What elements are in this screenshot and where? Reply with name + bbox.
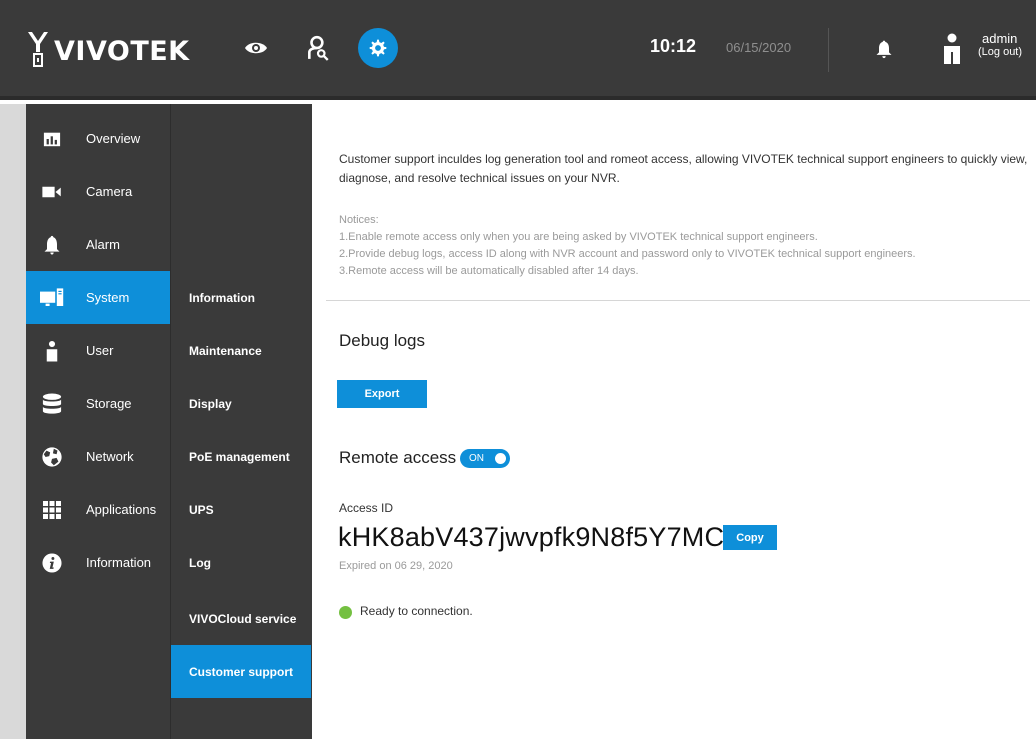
nav-item-storage[interactable]: Storage <box>26 377 170 430</box>
toggle-knob <box>495 453 506 464</box>
brand-name: VIVOTEK <box>54 35 190 67</box>
subnav-item-customer-support[interactable]: Customer support <box>171 645 311 698</box>
grid-icon <box>40 498 64 522</box>
toggle-label: ON <box>469 453 484 464</box>
nav-item-label: User <box>86 343 114 358</box>
subnav-item-poe-management[interactable]: PoE management <box>171 430 311 483</box>
notification-bell-icon[interactable] <box>870 34 898 64</box>
nav-item-label: Information <box>86 555 152 570</box>
customer-support-panel: Customer support inculdes log generation… <box>312 104 1036 739</box>
globe-icon <box>40 445 64 469</box>
expiry-text: Expired on 06 29, 2020 <box>339 560 453 572</box>
access-id-label: Access ID <box>339 501 394 515</box>
system-subnav: Information Maintenance Display PoE mana… <box>170 104 312 739</box>
nav-item-network[interactable]: Network <box>26 430 170 483</box>
nav-item-camera[interactable]: Camera <box>26 165 170 218</box>
nav-item-user[interactable]: User <box>26 324 170 377</box>
notice-item: 1.Enable remote access only when you are… <box>339 231 818 243</box>
nav-item-label: System <box>86 290 130 305</box>
nav-item-applications[interactable]: Applications <box>26 483 170 536</box>
subnav-item-ups[interactable]: UPS <box>171 483 311 536</box>
copy-button[interactable]: Copy <box>723 525 777 550</box>
nav-item-label: Camera <box>86 184 133 199</box>
clock-time: 10:12 <box>650 36 697 56</box>
nav-item-system[interactable]: System <box>26 271 170 324</box>
logout-link[interactable]: (Log out) <box>978 46 1022 58</box>
subnav-item-display[interactable]: Display <box>171 377 311 430</box>
notices-title: Notices: <box>339 214 379 226</box>
clock-date: 06/15/2020 <box>726 40 792 55</box>
subnav-item-maintenance[interactable]: Maintenance <box>171 324 311 377</box>
nav-item-label: Alarm <box>86 237 120 252</box>
nav-item-information[interactable]: Information <box>26 536 170 589</box>
top-bar: VIVOTEK 10:12 06/15/2020 admin (Log out) <box>0 0 1036 100</box>
search-user-icon[interactable] <box>298 28 338 68</box>
monitor-icon <box>40 286 64 310</box>
notices-block: Notices: 1.Enable remote access only whe… <box>339 212 1034 280</box>
remote-access-toggle[interactable]: ON <box>460 449 510 468</box>
connection-status-dot <box>339 606 352 619</box>
subnav-item-log[interactable]: Log <box>171 536 311 589</box>
nav-item-label: Network <box>86 449 134 464</box>
user-account-icon[interactable] <box>938 32 966 66</box>
export-button[interactable]: Export <box>337 380 427 408</box>
access-id-value: kHK8abV437jwvpfk9N8f5Y7MC <box>338 522 725 552</box>
subnav-item-information[interactable]: Information <box>171 271 311 324</box>
notice-item: 2.Provide debug logs, access ID along wi… <box>339 248 916 260</box>
settings-gear-icon[interactable] <box>358 28 398 68</box>
user-icon <box>40 339 64 363</box>
bell-icon <box>40 233 64 257</box>
main-nav: Overview Camera Alarm System User Storag… <box>0 104 170 739</box>
database-icon <box>40 392 64 416</box>
intro-text: Customer support inculdes log generation… <box>339 152 1028 185</box>
remote-access-heading: Remote access <box>339 448 457 467</box>
nav-item-alarm[interactable]: Alarm <box>26 218 170 271</box>
nav-item-overview[interactable]: Overview <box>26 112 170 165</box>
live-view-eye-icon[interactable] <box>236 28 276 68</box>
subnav-item-vivocloud-service[interactable]: VIVOCloud service <box>171 592 311 645</box>
camera-icon <box>40 180 64 204</box>
vivotek-logo: VIVOTEK <box>26 26 190 70</box>
logo-mark-icon <box>28 32 48 67</box>
debug-logs-heading: Debug logs <box>339 331 426 350</box>
info-icon <box>40 551 64 575</box>
bar-chart-icon <box>40 127 64 151</box>
nav-item-label: Applications <box>86 502 157 517</box>
connection-status-text: Ready to connection. <box>360 604 473 618</box>
nav-item-label: Overview <box>86 131 141 146</box>
username-label: admin <box>982 31 1018 46</box>
section-divider <box>326 300 1030 301</box>
nav-item-label: Storage <box>86 396 132 411</box>
header-divider <box>828 28 829 72</box>
notice-item: 3.Remote access will be automatically di… <box>339 265 639 277</box>
